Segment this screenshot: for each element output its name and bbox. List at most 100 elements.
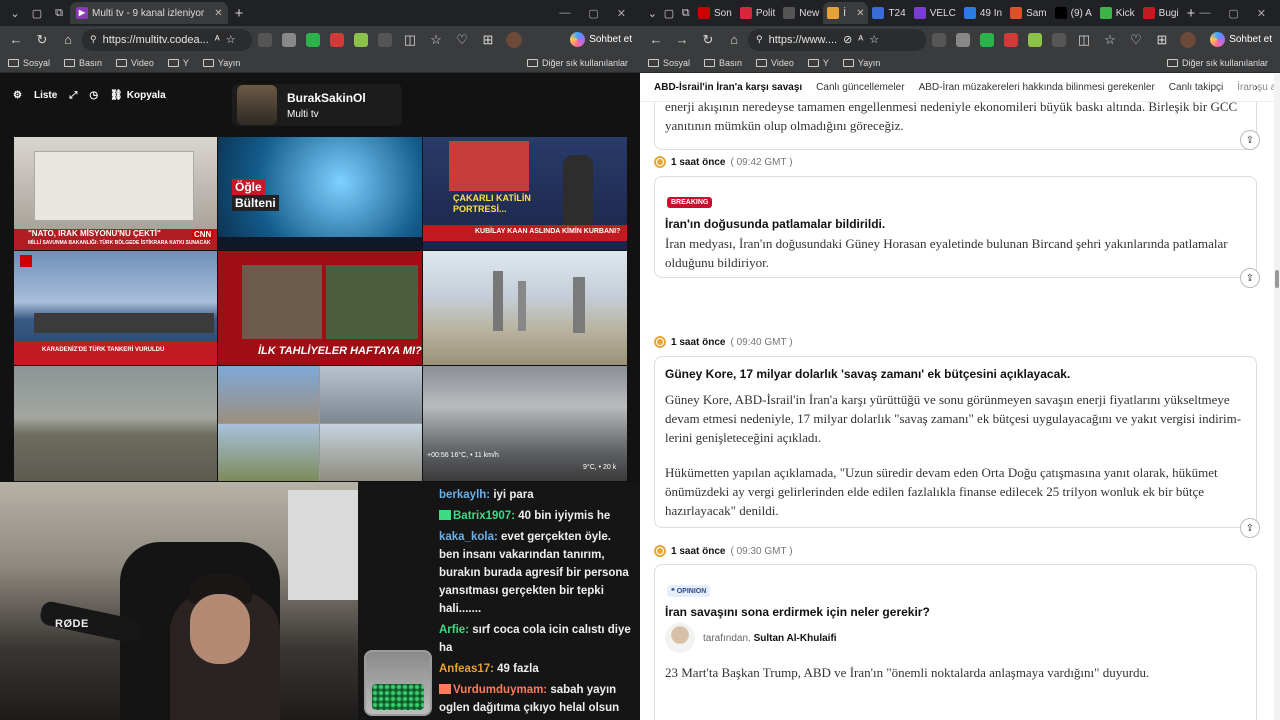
extension-5-icon[interactable] [354, 32, 368, 47]
share-icon[interactable]: ⇪ [1240, 518, 1260, 538]
translate-icon[interactable]: ⊘ [843, 33, 852, 46]
other-favorites[interactable]: Diğer sık kullanılanlar [526, 58, 640, 68]
extension-4-icon[interactable] [1004, 32, 1018, 47]
chat-username[interactable]: Vurdumduymam: [453, 684, 547, 696]
home-icon[interactable]: ⌂ [56, 29, 80, 51]
extension-2-icon[interactable] [956, 32, 970, 47]
forward-icon[interactable]: → [670, 29, 694, 51]
author-name[interactable]: Sultan Al-Khulaifi [754, 633, 837, 644]
nav-link-live-updates[interactable]: Canlı güncellemeler [816, 82, 904, 93]
favorite-star-icon[interactable]: ☆ [226, 33, 236, 46]
video-cell-7[interactable] [14, 366, 217, 481]
nav-link-negotiations[interactable]: ABD-İran müzakereleri hakkında bilinmesi… [919, 82, 1155, 93]
close-tab-icon[interactable]: ✕ [214, 8, 222, 19]
scrollbar[interactable] [1274, 74, 1280, 720]
other-favorites[interactable]: Diğer sık kullanılanlar [1166, 58, 1280, 68]
maximize-icon[interactable]: ▢ [1228, 7, 1238, 20]
bookmark-folder-basin[interactable]: Basın [64, 58, 102, 68]
extension-3-icon[interactable] [306, 32, 320, 47]
close-window-icon[interactable]: ✕ [617, 7, 626, 20]
refresh-icon[interactable]: ↻ [696, 29, 720, 51]
profile-avatar[interactable] [506, 31, 522, 48]
bookmark-folder-basin[interactable]: Basın [704, 58, 742, 68]
extension-2-icon[interactable] [282, 32, 296, 47]
bookmark-folder-sosyal[interactable]: Sosyal [648, 58, 690, 68]
extension-1-icon[interactable] [932, 32, 946, 47]
fullscreen-button[interactable]: ⤢ [66, 86, 80, 104]
bookmark-folder-yayin[interactable]: Yayın [202, 58, 240, 68]
tab-item[interactable]: İ ✕ [823, 2, 869, 24]
extension-6-icon[interactable] [378, 32, 392, 47]
extension-4-icon[interactable] [330, 32, 344, 47]
tab-item[interactable]: New [779, 2, 823, 24]
minimize-icon[interactable]: — [1199, 7, 1210, 20]
new-tab-icon[interactable]: + [228, 2, 250, 24]
nav-link-war[interactable]: ABD-İsrail'in İran'a karşı savaşı [654, 82, 802, 93]
browser-essentials-icon[interactable]: ♡ [1124, 29, 1148, 51]
refresh-icon[interactable]: ↻ [30, 29, 54, 51]
video-cell-1[interactable]: "NATO, IRAK MİSYONU'NU ÇEKTİ" MİLLİ SAVU… [14, 137, 217, 250]
chat-username[interactable]: berkaylh: [439, 489, 490, 501]
address-bar[interactable]: ⚲ https://multitv.codea... ᴬ ☆ [82, 28, 252, 51]
settings-button[interactable]: ⚙ [10, 86, 25, 104]
tab-item[interactable]: Kick [1096, 2, 1139, 24]
list-button[interactable]: Liste [31, 86, 60, 104]
tab-menu-icon[interactable]: ⌄ [644, 2, 661, 24]
split-screen-icon[interactable]: ◫ [398, 29, 422, 51]
site-info-icon[interactable]: ⚲ [90, 34, 97, 45]
maximize-icon[interactable]: ▢ [588, 7, 598, 20]
tab-menu-icon[interactable]: ⌄ [4, 2, 26, 24]
back-icon[interactable]: ← [4, 29, 28, 51]
timer-button[interactable]: ◷ [86, 86, 101, 104]
minimize-icon[interactable]: — [559, 7, 570, 20]
tab-actions-icon[interactable]: ⧉ [677, 2, 694, 24]
tab-item[interactable]: (9) A [1051, 2, 1096, 24]
collections-icon[interactable]: ⊞ [1150, 29, 1174, 51]
browser-essentials-icon[interactable]: ♡ [450, 29, 474, 51]
chat-username[interactable]: Batrix1907: [453, 510, 515, 522]
nav-next-chevron-icon[interactable]: › [1254, 80, 1258, 94]
extension-3-icon[interactable] [980, 32, 994, 47]
close-window-icon[interactable]: ✕ [1257, 7, 1266, 20]
favorites-icon[interactable]: ☆ [1098, 29, 1122, 51]
channel-card[interactable]: BurakSakinOl Multi tv [232, 84, 402, 126]
chat-username[interactable]: Anfeas17: [439, 663, 494, 675]
extension-1-icon[interactable] [258, 32, 272, 47]
tab-item[interactable]: Polit [736, 2, 779, 24]
read-aloud-icon[interactable]: ᴬ [215, 34, 220, 46]
chat-username[interactable]: kaka_kola: [439, 531, 498, 543]
bookmark-folder-y[interactable]: Y [807, 58, 829, 68]
bookmark-folder-y[interactable]: Y [167, 58, 189, 68]
split-screen-icon[interactable]: ◫ [1072, 29, 1096, 51]
tab-item[interactable]: T24 [868, 2, 909, 24]
copilot-button[interactable]: Sohbet et [1210, 32, 1280, 47]
home-icon[interactable]: ⌂ [722, 29, 746, 51]
bookmark-folder-video[interactable]: Video [116, 58, 154, 68]
tab-item[interactable]: Sam [1006, 2, 1051, 24]
nav-link-live-tracker[interactable]: Canlı takipçi [1169, 82, 1223, 93]
video-cell-5[interactable]: İLK TAHLİYELER HAFTAYA MI? [218, 251, 422, 365]
collections-icon[interactable]: ⊞ [476, 29, 500, 51]
favorite-star-icon[interactable]: ☆ [869, 33, 879, 46]
tab-item[interactable]: VELC [910, 2, 960, 24]
video-cell-6[interactable] [423, 251, 627, 365]
copilot-button[interactable]: Sohbet et [570, 32, 640, 47]
address-bar[interactable]: ⚲ https://www.... ⊘ ᴬ ☆ [748, 28, 926, 51]
tab-item[interactable]: Bugi [1139, 2, 1183, 24]
author-avatar[interactable] [665, 623, 695, 653]
tab-item[interactable]: 49 In [960, 2, 1006, 24]
bookmark-folder-yayin[interactable]: Yayın [842, 58, 880, 68]
read-aloud-icon[interactable]: ᴬ [858, 34, 863, 46]
site-info-icon[interactable]: ⚲ [756, 34, 763, 45]
scrollbar-thumb[interactable] [1275, 270, 1279, 288]
video-cell-3[interactable]: ÇAKARLI KATİLİN PORTRESİ... KUBİLAY KAAN… [423, 137, 627, 250]
tab-multitv[interactable]: ▶ Multi tv - 9 kanal izleniyor ✕ [70, 2, 228, 24]
copy-button[interactable]: ⛓ Kopyala [107, 86, 169, 104]
bookmark-folder-sosyal[interactable]: Sosyal [8, 58, 50, 68]
tab-item[interactable]: Son [694, 2, 736, 24]
video-cell-4[interactable]: KARADENİZ'DE TÜRK TANKERİ VURULDU [14, 251, 217, 365]
video-cell-2[interactable]: Öğle Bülteni [218, 137, 422, 250]
chat-username[interactable]: Arfie: [439, 624, 469, 636]
workspaces-icon[interactable]: ▢ [26, 2, 48, 24]
extension-6-icon[interactable] [1052, 32, 1066, 47]
